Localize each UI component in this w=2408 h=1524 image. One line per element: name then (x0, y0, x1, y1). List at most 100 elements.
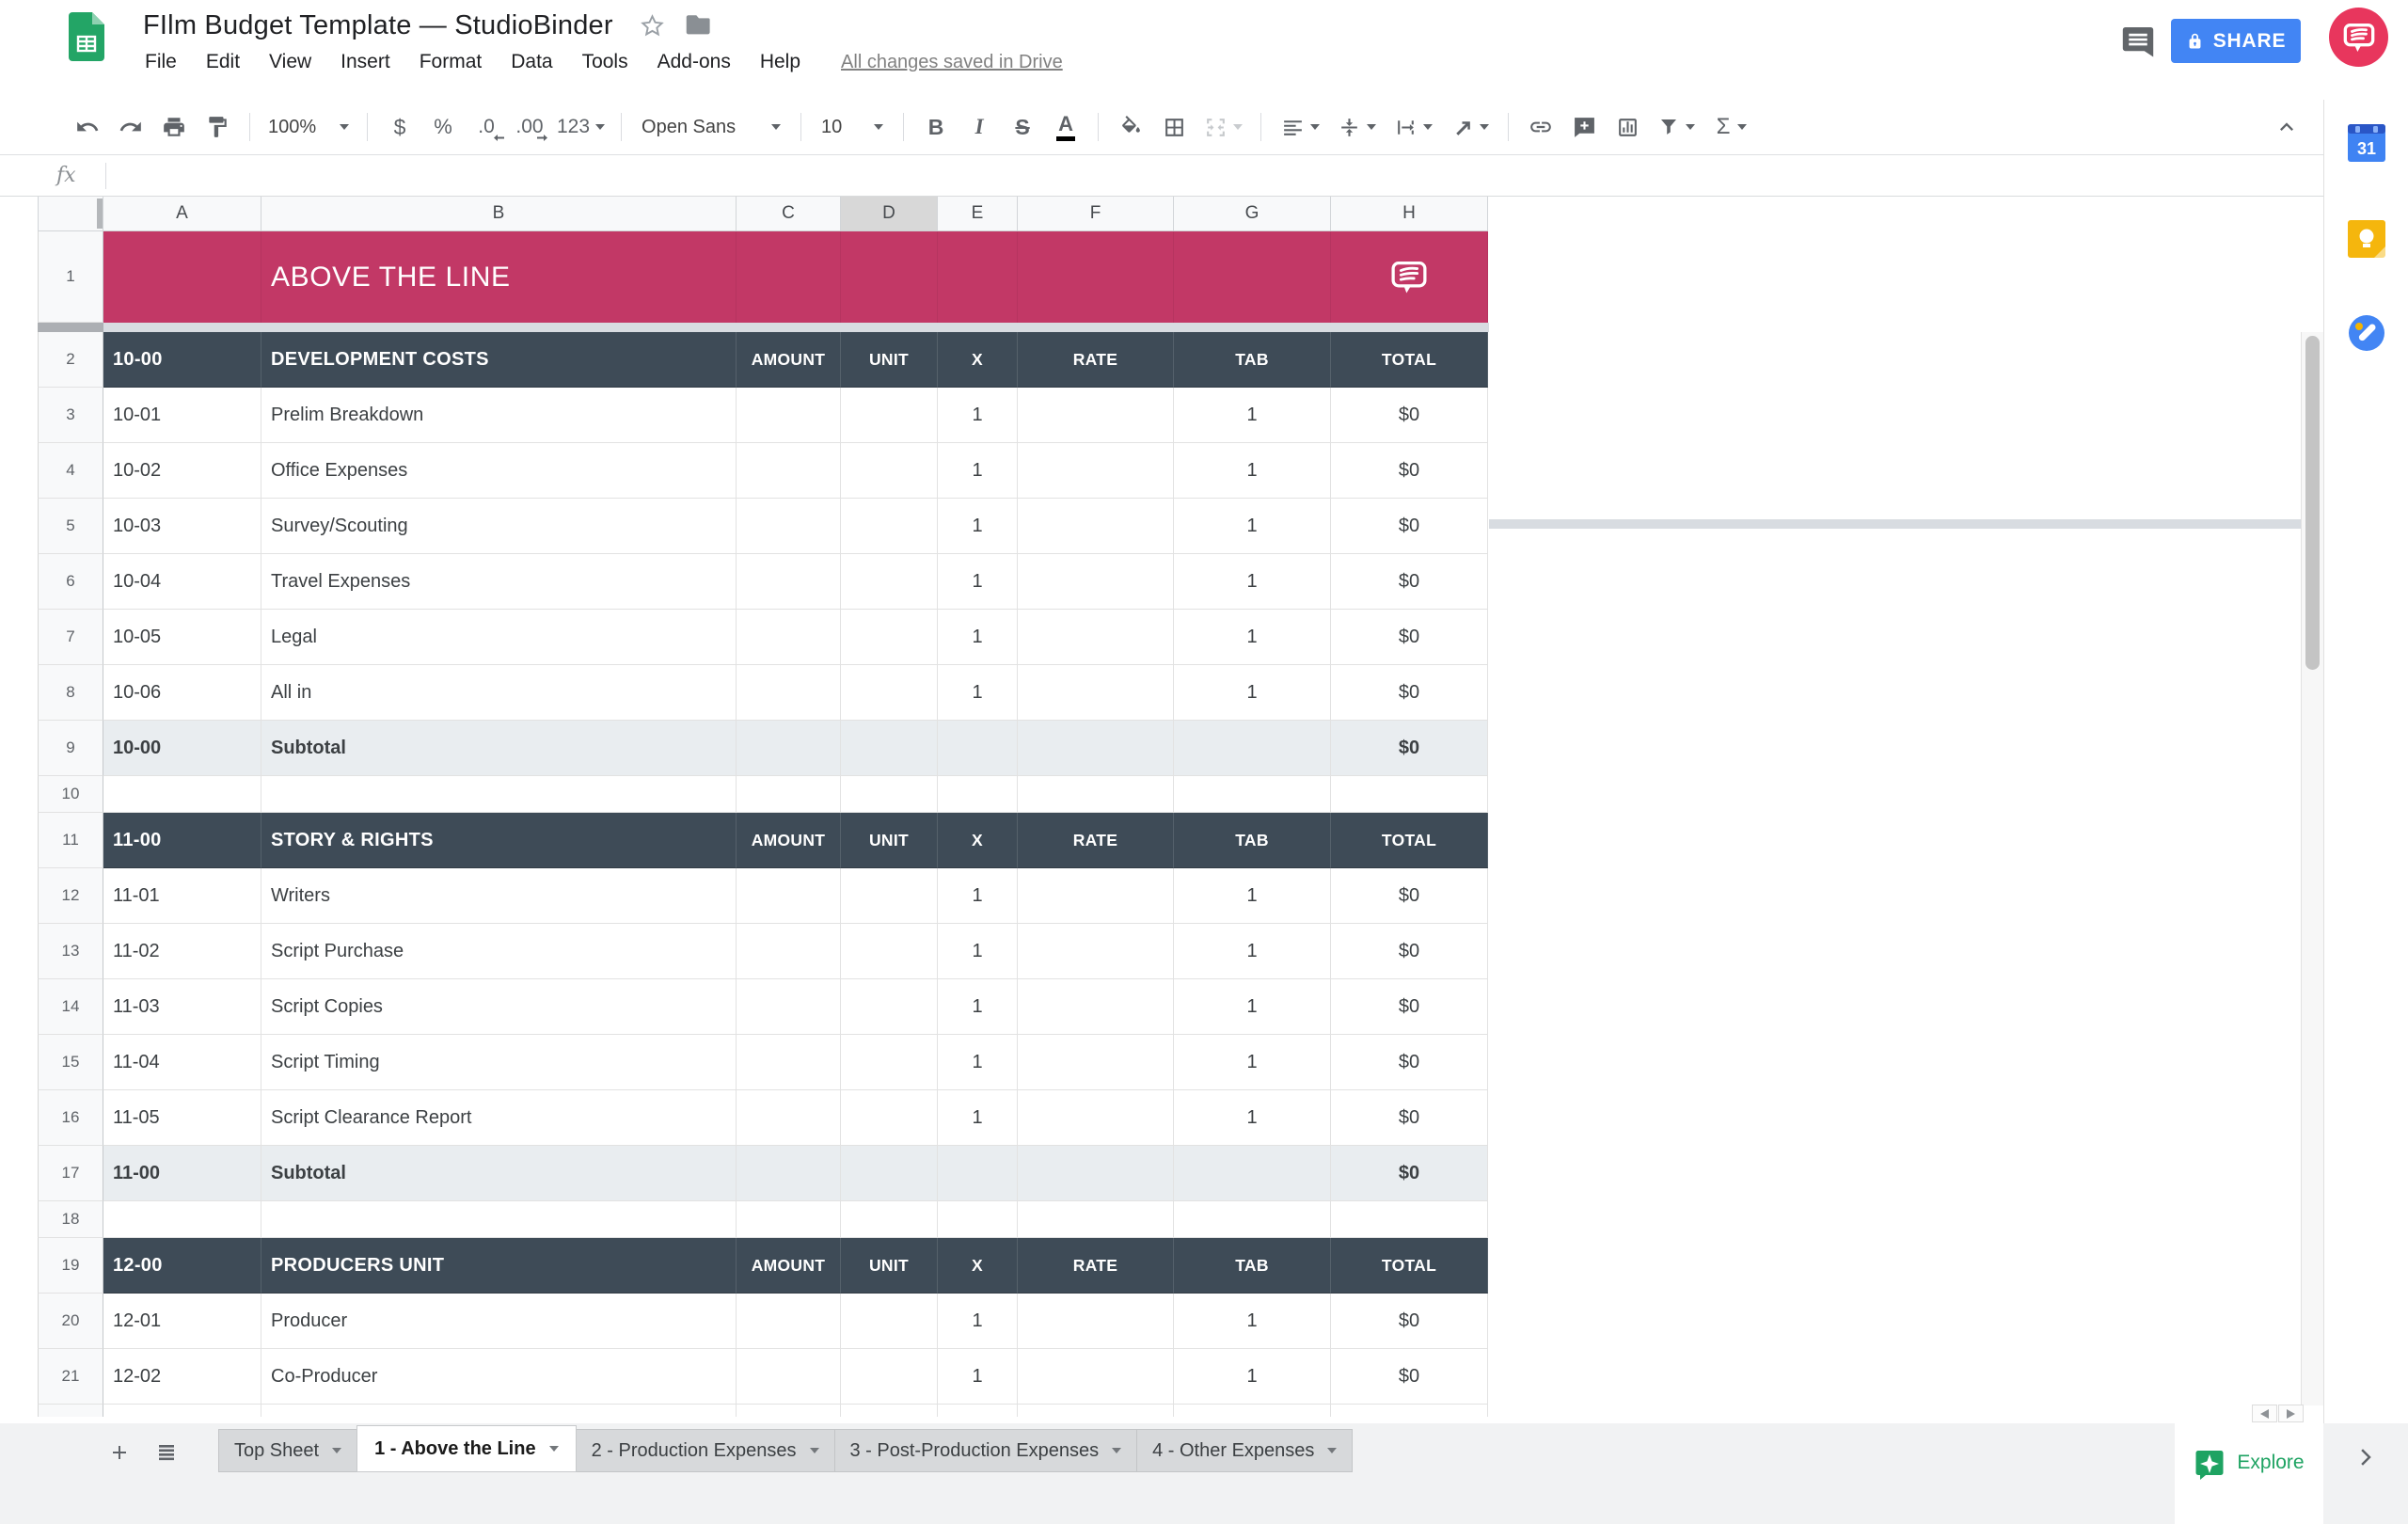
cell-A19[interactable]: 12-00 (103, 1238, 261, 1294)
cell-F2[interactable]: RATE (1018, 332, 1174, 388)
cell-E13[interactable]: 1 (938, 924, 1018, 979)
cell-E16[interactable]: 1 (938, 1090, 1018, 1146)
cell-H18[interactable] (1331, 1201, 1488, 1238)
chevron-down-icon[interactable] (1112, 1448, 1121, 1453)
cell-H7[interactable]: $0 (1331, 610, 1488, 665)
cell-B1[interactable]: ABOVE THE LINE (261, 231, 737, 323)
cell-C13[interactable] (737, 924, 841, 979)
cell-D14[interactable] (841, 979, 938, 1035)
chevron-down-icon[interactable] (549, 1446, 559, 1452)
strikethrough-button[interactable]: S (1001, 106, 1044, 148)
cell-C14[interactable] (737, 979, 841, 1035)
cell-B14[interactable]: Script Copies (261, 979, 737, 1035)
cell-E11[interactable]: X (938, 813, 1018, 868)
cell-A18[interactable] (103, 1201, 261, 1238)
collapse-side-panel-button[interactable] (2348, 1440, 2382, 1474)
cell-E1[interactable] (938, 231, 1018, 323)
insert-chart-button[interactable] (1606, 106, 1649, 148)
cell-H6[interactable]: $0 (1331, 554, 1488, 610)
functions-button[interactable]: Σ (1703, 106, 1760, 148)
collapse-toolbar-button[interactable] (2265, 106, 2308, 148)
cell-B9[interactable]: Subtotal (261, 721, 737, 776)
row-header-15[interactable]: 15 (38, 1035, 103, 1090)
column-header-h[interactable]: H (1331, 197, 1488, 231)
cell-E5[interactable]: 1 (938, 499, 1018, 554)
cell-F4[interactable] (1018, 443, 1174, 499)
sheet-tab-top-sheet[interactable]: Top Sheet (218, 1429, 357, 1472)
chevron-down-icon[interactable] (332, 1448, 341, 1453)
cell-G21[interactable]: 1 (1174, 1349, 1331, 1405)
text-rotation-select[interactable] (1441, 106, 1497, 148)
row-header-19[interactable]: 19 (38, 1238, 103, 1294)
row-header-4[interactable]: 4 (38, 443, 103, 499)
cell-C9[interactable] (737, 721, 841, 776)
formula-input[interactable] (113, 156, 2323, 196)
frozen-row-handle[interactable] (38, 323, 103, 332)
cell-H3[interactable]: $0 (1331, 388, 1488, 443)
cell-H19[interactable]: TOTAL (1331, 1238, 1488, 1294)
cell-H10[interactable] (1331, 776, 1488, 813)
cell-A6[interactable]: 10-04 (103, 554, 261, 610)
cell-E6[interactable]: 1 (938, 554, 1018, 610)
cell-H1[interactable] (1331, 231, 1488, 323)
cell-D-partial[interactable] (841, 1405, 938, 1417)
cell-G13[interactable]: 1 (1174, 924, 1331, 979)
insert-link-button[interactable] (1519, 106, 1562, 148)
fill-color-button[interactable] (1109, 106, 1152, 148)
menu-tools[interactable]: Tools (580, 49, 630, 75)
cell-B-partial[interactable] (261, 1405, 737, 1417)
cell-G3[interactable]: 1 (1174, 388, 1331, 443)
cell-H15[interactable]: $0 (1331, 1035, 1488, 1090)
cell-H16[interactable]: $0 (1331, 1090, 1488, 1146)
cell-G12[interactable]: 1 (1174, 868, 1331, 924)
cell-A3[interactable]: 10-01 (103, 388, 261, 443)
borders-button[interactable] (1152, 106, 1196, 148)
sheet-tab-1-above-the-line[interactable]: 1 - Above the Line (356, 1425, 577, 1472)
cell-B19[interactable]: PRODUCERS UNIT (261, 1238, 737, 1294)
cell-E10[interactable] (938, 776, 1018, 813)
cell-B3[interactable]: Prelim Breakdown (261, 388, 737, 443)
cell-B7[interactable]: Legal (261, 610, 737, 665)
cell-G11[interactable]: TAB (1174, 813, 1331, 868)
document-title[interactable]: FIlm Budget Template — StudioBinder (143, 10, 613, 41)
cell-G1[interactable] (1174, 231, 1331, 323)
print-button[interactable] (152, 106, 196, 148)
cell-H21[interactable]: $0 (1331, 1349, 1488, 1405)
cell-G9[interactable] (1174, 721, 1331, 776)
cell-F-partial[interactable] (1018, 1405, 1174, 1417)
cell-H11[interactable]: TOTAL (1331, 813, 1488, 868)
cell-G16[interactable]: 1 (1174, 1090, 1331, 1146)
cell-A10[interactable] (103, 776, 261, 813)
row-header-14[interactable]: 14 (38, 979, 103, 1035)
chevron-down-icon[interactable] (810, 1448, 819, 1453)
cell-G8[interactable]: 1 (1174, 665, 1331, 721)
cell-D9[interactable] (841, 721, 938, 776)
row-header-11[interactable]: 11 (38, 813, 103, 868)
cell-E3[interactable]: 1 (938, 388, 1018, 443)
cell-A8[interactable]: 10-06 (103, 665, 261, 721)
row-header-7[interactable]: 7 (38, 610, 103, 665)
cell-H20[interactable]: $0 (1331, 1294, 1488, 1349)
row-header-1[interactable]: 1 (38, 231, 103, 323)
google-calendar-icon[interactable]: 31 (2348, 124, 2385, 162)
cell-G6[interactable]: 1 (1174, 554, 1331, 610)
merge-cells-button[interactable] (1196, 106, 1250, 148)
cell-C18[interactable] (737, 1201, 841, 1238)
cell-B18[interactable] (261, 1201, 737, 1238)
menu-file[interactable]: File (143, 49, 179, 75)
font-size-select[interactable]: 10 (812, 106, 893, 148)
row-header-20[interactable]: 20 (38, 1294, 103, 1349)
star-icon[interactable] (640, 13, 665, 39)
bold-button[interactable]: B (914, 106, 958, 148)
undo-button[interactable] (66, 106, 109, 148)
cell-B17[interactable]: Subtotal (261, 1146, 737, 1201)
cell-D15[interactable] (841, 1035, 938, 1090)
account-avatar[interactable] (2329, 8, 2388, 67)
cell-D5[interactable] (841, 499, 938, 554)
cell-B10[interactable] (261, 776, 737, 813)
cell-C8[interactable] (737, 665, 841, 721)
cell-C1[interactable] (737, 231, 841, 323)
cell-B8[interactable]: All in (261, 665, 737, 721)
vertical-align-select[interactable] (1328, 106, 1385, 148)
cell-F12[interactable] (1018, 868, 1174, 924)
